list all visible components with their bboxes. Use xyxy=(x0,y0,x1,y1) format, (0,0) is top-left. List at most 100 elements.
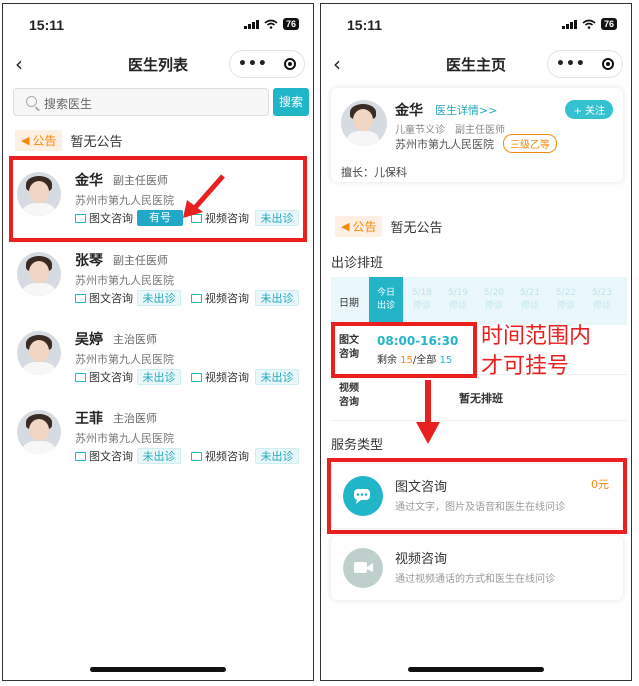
search-input[interactable]: 搜索医生 xyxy=(13,88,269,116)
notice-tag: ◀ 公告 xyxy=(335,216,383,237)
doctor-name: 金华 xyxy=(395,103,423,119)
mini-program-capsule: ••• xyxy=(547,50,623,78)
follow-button[interactable]: + 关注 xyxy=(565,100,613,119)
schedule-day[interactable]: 5/19 停诊 xyxy=(441,287,475,313)
annotation-arrow xyxy=(416,380,440,444)
doctor-title: 主治医师 xyxy=(113,412,157,425)
day-status: 停诊 xyxy=(484,301,503,311)
signal-icon xyxy=(561,19,577,29)
service-status-badge: 未出诊 xyxy=(255,290,299,306)
no-schedule-text: 暂无排班 xyxy=(459,392,503,405)
schedule-day[interactable]: 5/20 停诊 xyxy=(477,287,511,313)
image-icon xyxy=(75,372,86,382)
highlight-box xyxy=(327,458,627,534)
service-card-video[interactable]: 视频咨询 通过视频通话的方式和医生在线问诊 xyxy=(331,536,623,600)
day-status: 出诊 xyxy=(376,301,395,311)
doctor-department: 儿童节义诊 xyxy=(395,125,445,136)
day-date: 5/19 xyxy=(447,288,469,298)
service-status-badge: 未出诊 xyxy=(137,448,181,464)
schedule-day[interactable]: 5/21 停诊 xyxy=(513,287,547,313)
doctor-name: 吴婷 xyxy=(75,332,103,348)
doctor-list-screen: 15:11 76 ‹ 医生列表 ••• 搜索医生 搜索 ◀ 公告 暂无公告 金华 … xyxy=(2,3,314,681)
annotation-line: 时间范围内 xyxy=(481,324,592,349)
service-video: 视频咨询 xyxy=(191,448,249,464)
service-label: 视频咨询 xyxy=(205,450,249,463)
service-label: 图文咨询 xyxy=(89,292,133,305)
doctor-list-item[interactable]: 张琴 副主任医师 苏州市第九人民医院 图文咨询 未出诊 视频咨询 未出诊 xyxy=(13,246,309,320)
annotation-arrow xyxy=(183,174,225,218)
doctor-hospital: 苏州市第九人民医院 xyxy=(75,432,174,445)
service-label: 视频咨询 xyxy=(205,292,249,305)
home-indicator xyxy=(408,667,544,672)
close-mini-program-icon[interactable] xyxy=(601,58,614,70)
doctor-list-item[interactable]: 吴婷 主治医师 苏州市第九人民医院 图文咨询 未出诊 视频咨询 未出诊 xyxy=(13,325,309,399)
battery-icon: 76 xyxy=(600,18,617,30)
doctor-home-screen: 15:11 76 ‹ 医生主页 ••• 金华 医生详情>> + 关注 儿童节义诊… xyxy=(320,3,632,681)
video-icon xyxy=(191,451,202,461)
doctor-detail-link[interactable]: 医生详情>> xyxy=(435,102,497,118)
notice-tag: ◀ 公告 xyxy=(15,130,63,151)
services-heading: 服务类型 xyxy=(331,438,384,453)
schedule-day[interactable]: 5/22 停诊 xyxy=(549,287,583,313)
notice-bar: ◀ 公告 暂无公告 xyxy=(15,130,123,151)
annotation-line: 才可挂号 xyxy=(481,354,570,379)
doctor-title: 副主任医师 xyxy=(455,125,505,136)
speaker-icon: ◀ xyxy=(21,134,30,147)
image-icon xyxy=(75,293,86,303)
highlight-box xyxy=(9,156,307,242)
doctor-title: 副主任医师 xyxy=(113,254,168,267)
day-status: 停诊 xyxy=(592,301,611,311)
schedule-day[interactable]: 5/18 停诊 xyxy=(405,287,439,313)
service-label: 视频咨询 xyxy=(205,371,249,384)
speaker-icon: ◀ xyxy=(341,220,350,233)
wifi-icon xyxy=(264,19,278,29)
schedule-day[interactable]: 5/23 停诊 xyxy=(585,287,619,313)
close-mini-program-icon[interactable] xyxy=(283,58,296,70)
wifi-icon xyxy=(582,19,596,29)
service-image-text: 图文咨询 xyxy=(75,369,133,385)
service-status-badge: 未出诊 xyxy=(137,369,181,385)
day-date: 5/20 xyxy=(483,288,505,298)
mini-program-capsule: ••• xyxy=(229,50,305,78)
video-camera-icon xyxy=(343,548,383,588)
doctor-name: 张琴 xyxy=(75,253,103,269)
day-status: 停诊 xyxy=(412,301,431,311)
avatar xyxy=(17,252,61,296)
doctor-list-item[interactable]: 王菲 主治医师 苏州市第九人民医院 图文咨询 未出诊 视频咨询 未出诊 xyxy=(13,404,309,478)
day-date: 今日 xyxy=(376,288,395,298)
service-video: 视频咨询 xyxy=(191,290,249,306)
notice-tag-label: 公告 xyxy=(352,220,377,234)
doctor-title: 主治医师 xyxy=(113,333,157,346)
status-time: 15:11 xyxy=(29,17,65,33)
status-time: 15:11 xyxy=(347,17,383,33)
nav-bar: ‹ 医生列表 ••• xyxy=(3,44,313,84)
notice-bar: ◀ 公告 暂无公告 xyxy=(335,216,443,237)
home-indicator xyxy=(90,667,226,672)
search-icon xyxy=(26,96,37,107)
day-status: 停诊 xyxy=(448,301,467,311)
schedule-date-row: 日期 今日 出诊 5/18 停诊 5/19 停诊 5/20 停诊 5/21 停诊 5/22… xyxy=(331,277,627,325)
doctor-hospital: 苏州市第九人民医院 xyxy=(75,353,174,366)
schedule-day-today[interactable]: 今日 出诊 xyxy=(369,277,403,325)
day-status: 停诊 xyxy=(520,301,539,311)
image-icon xyxy=(75,451,86,461)
signal-icon xyxy=(243,19,259,29)
highlight-box xyxy=(331,322,477,378)
day-date: 5/21 xyxy=(519,288,541,298)
day-date: 5/22 xyxy=(555,288,577,298)
doctor-specialty: 擅长：儿保科 xyxy=(341,166,407,179)
video-icon xyxy=(191,293,202,303)
schedule-heading: 出诊排班 xyxy=(331,256,384,271)
service-status-badge: 未出诊 xyxy=(137,290,181,306)
avatar xyxy=(341,100,387,146)
search-button[interactable]: 搜索 xyxy=(273,88,309,116)
more-icon[interactable]: ••• xyxy=(556,56,586,72)
service-description: 通过视频通话的方式和医生在线问诊 xyxy=(395,574,555,585)
service-image-text: 图文咨询 xyxy=(75,290,133,306)
service-status-badge: 未出诊 xyxy=(255,369,299,385)
more-icon[interactable]: ••• xyxy=(238,56,268,72)
notice-text: 暂无公告 xyxy=(70,135,123,150)
schedule-row-label: 视频 咨询 xyxy=(339,383,359,408)
doctor-name: 王菲 xyxy=(75,411,103,427)
avatar xyxy=(17,331,61,375)
